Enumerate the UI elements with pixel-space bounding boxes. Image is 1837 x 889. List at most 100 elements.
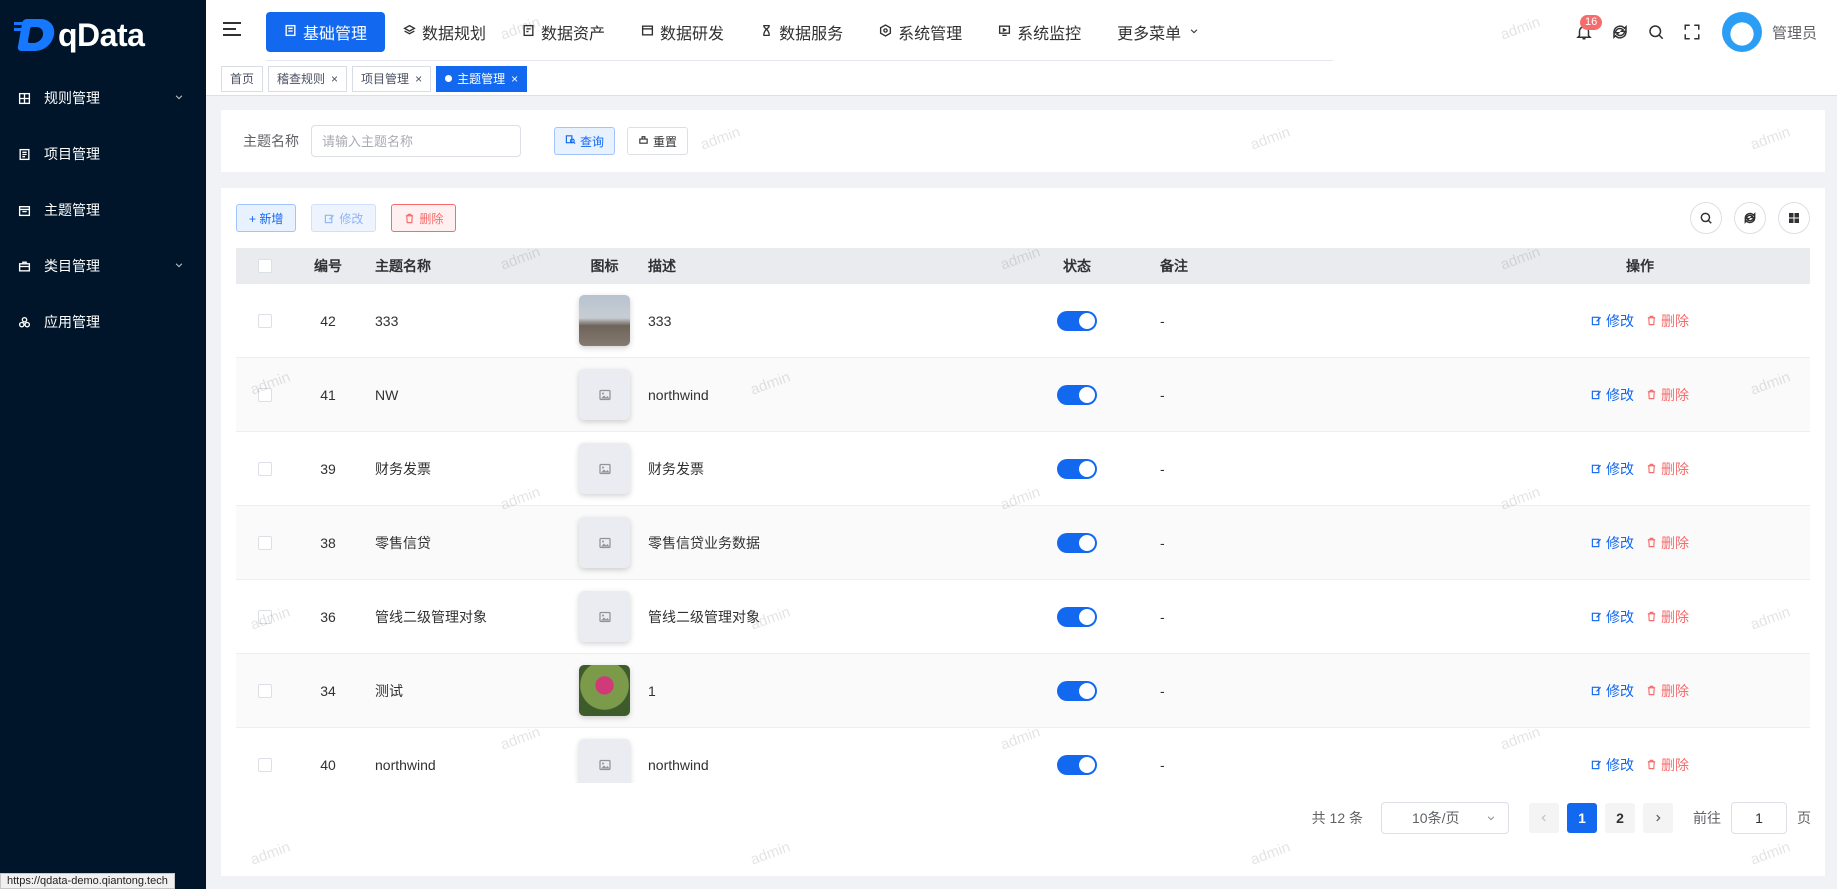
row-edit-button[interactable]: 修改	[1591, 459, 1634, 479]
row-edit-button[interactable]: 修改	[1591, 607, 1634, 627]
sidebar-item-4[interactable]: 应用管理	[0, 294, 206, 350]
row-checkbox[interactable]	[257, 609, 272, 624]
query-button[interactable]: 查询	[554, 127, 616, 155]
col-status: 状态	[1063, 258, 1091, 274]
refresh-table-icon[interactable]	[1734, 202, 1766, 234]
page-button[interactable]: 1	[1567, 803, 1597, 833]
select-all-checkbox[interactable]	[257, 259, 272, 273]
tab-1[interactable]: 稽查规则 ×	[268, 65, 348, 92]
row-checkbox[interactable]	[257, 683, 272, 698]
goto-suffix: 页	[1797, 810, 1811, 826]
row-edit-button[interactable]: 修改	[1591, 533, 1634, 553]
image-placeholder-icon[interactable]	[579, 443, 630, 494]
trash-icon	[1647, 759, 1656, 770]
image-placeholder-icon[interactable]	[579, 739, 630, 783]
status-switch[interactable]	[1057, 532, 1097, 553]
row-delete-button[interactable]: 删除	[1646, 533, 1689, 553]
tab-0[interactable]: 首页	[221, 65, 264, 92]
row-edit-button[interactable]: 修改	[1591, 385, 1634, 405]
row-delete-button[interactable]: 删除	[1646, 755, 1689, 775]
close-icon[interactable]: ×	[511, 72, 518, 86]
delete-button[interactable]: 删除	[391, 204, 457, 232]
theme-image[interactable]	[579, 665, 630, 716]
row-delete-button[interactable]: 删除	[1646, 459, 1689, 479]
home-doc-icon	[284, 24, 297, 40]
row-edit-label: 修改	[1606, 608, 1634, 625]
row-delete-button[interactable]: 删除	[1646, 681, 1689, 701]
status-switch[interactable]	[1057, 754, 1097, 775]
sidebar-item-3[interactable]: 类目管理	[0, 238, 206, 294]
cell-desc: 1	[648, 682, 656, 699]
topnav-item-3[interactable]: 数据研发	[623, 12, 742, 52]
image-placeholder-icon[interactable]	[579, 369, 630, 420]
topnav-item-1[interactable]: 数据规划	[385, 12, 504, 52]
cell-name: 零售信贷	[375, 534, 431, 551]
reset-button[interactable]: 重置	[627, 127, 689, 155]
add-button[interactable]: + 新增	[236, 204, 297, 232]
row-checkbox[interactable]	[257, 757, 272, 772]
tags-view: 首页 稽查规则 × 项目管理 × 主题管理 ×	[206, 62, 1837, 96]
row-delete-button[interactable]: 删除	[1646, 607, 1689, 627]
topnav-item-6[interactable]: 系统监控	[980, 12, 1099, 52]
sidebar-item-2[interactable]: 主题管理	[0, 182, 206, 238]
toggle-search-icon[interactable]	[1690, 202, 1722, 234]
topnav-item-5[interactable]: 系统管理	[861, 12, 980, 52]
status-switch[interactable]	[1057, 458, 1097, 479]
row-edit-button[interactable]: 修改	[1591, 755, 1634, 775]
page-size-select[interactable]: 10条/页	[1381, 802, 1509, 834]
sidebar-item-1[interactable]: 项目管理	[0, 126, 206, 182]
bell-icon[interactable]: 16	[1574, 15, 1603, 42]
row-edit-label: 修改	[1606, 756, 1634, 773]
tab-3[interactable]: 主题管理 ×	[436, 65, 528, 92]
menu-fold-icon[interactable]	[223, 22, 241, 40]
row-delete-button[interactable]: 删除	[1646, 311, 1689, 331]
edit-button[interactable]: 修改	[311, 204, 377, 232]
cell-desc: 333	[648, 312, 672, 329]
topnav-item-label: 更多菜单	[1117, 26, 1182, 43]
row-edit-button[interactable]: 修改	[1591, 311, 1634, 331]
pagination: 共 12 条 10条/页 12 前往 页	[1312, 802, 1811, 834]
theme-table: 编号 主题名称 图标 描述 状态 备注 操作 42 333 333- 修改 删除 41 NW…	[236, 248, 1810, 783]
status-switch[interactable]	[1057, 310, 1097, 331]
image-placeholder-icon[interactable]	[579, 517, 630, 568]
status-switch[interactable]	[1057, 384, 1097, 405]
next-page-button[interactable]	[1643, 803, 1673, 833]
row-checkbox[interactable]	[257, 535, 272, 550]
row-edit-button[interactable]: 修改	[1591, 681, 1634, 701]
prev-page-button[interactable]	[1529, 803, 1559, 833]
username[interactable]: 管理员	[1772, 22, 1817, 43]
row-checkbox[interactable]	[257, 313, 272, 328]
col-icon: 图标	[590, 258, 619, 274]
sidebar-menu: 规则管理 项目管理 主题管理 类目管理 应用管理	[0, 70, 206, 350]
close-icon[interactable]: ×	[415, 72, 422, 86]
briefcase-icon	[17, 259, 31, 273]
close-icon[interactable]: ×	[331, 72, 338, 86]
topnav-item-4[interactable]: 数据服务	[742, 12, 861, 52]
fullscreen-icon[interactable]	[1682, 22, 1702, 42]
avatar[interactable]	[1721, 12, 1762, 52]
row-delete-label: 删除	[1661, 386, 1689, 403]
theme-name-input[interactable]	[311, 125, 521, 157]
goto-page-input[interactable]	[1731, 802, 1787, 834]
row-checkbox[interactable]	[257, 461, 272, 476]
topnav-item-0[interactable]: 基础管理	[266, 12, 386, 52]
topnav-item-7[interactable]: 更多菜单	[1099, 12, 1217, 52]
topnav-item-label: 数据研发	[660, 26, 725, 43]
topnav-item-label: 基础管理	[303, 26, 368, 43]
image-placeholder-icon[interactable]	[579, 591, 630, 642]
topnav-item-2[interactable]: 数据资产	[504, 12, 623, 52]
table-header: 编号 主题名称 图标 描述 状态 备注 操作	[236, 248, 1810, 284]
status-switch[interactable]	[1057, 680, 1097, 701]
sidebar-item-0[interactable]: 规则管理	[0, 70, 206, 126]
refresh-icon[interactable]	[1610, 22, 1630, 42]
status-switch[interactable]	[1057, 606, 1097, 627]
columns-icon[interactable]	[1778, 202, 1810, 234]
theme-image[interactable]	[579, 295, 630, 346]
edit-icon	[325, 214, 335, 223]
row-checkbox[interactable]	[257, 387, 272, 402]
tab-2[interactable]: 项目管理 ×	[352, 65, 432, 92]
row-delete-button[interactable]: 删除	[1646, 385, 1689, 405]
logo[interactable]: qData	[0, 0, 206, 70]
search-icon[interactable]	[1646, 22, 1666, 42]
page-button[interactable]: 2	[1605, 803, 1635, 833]
